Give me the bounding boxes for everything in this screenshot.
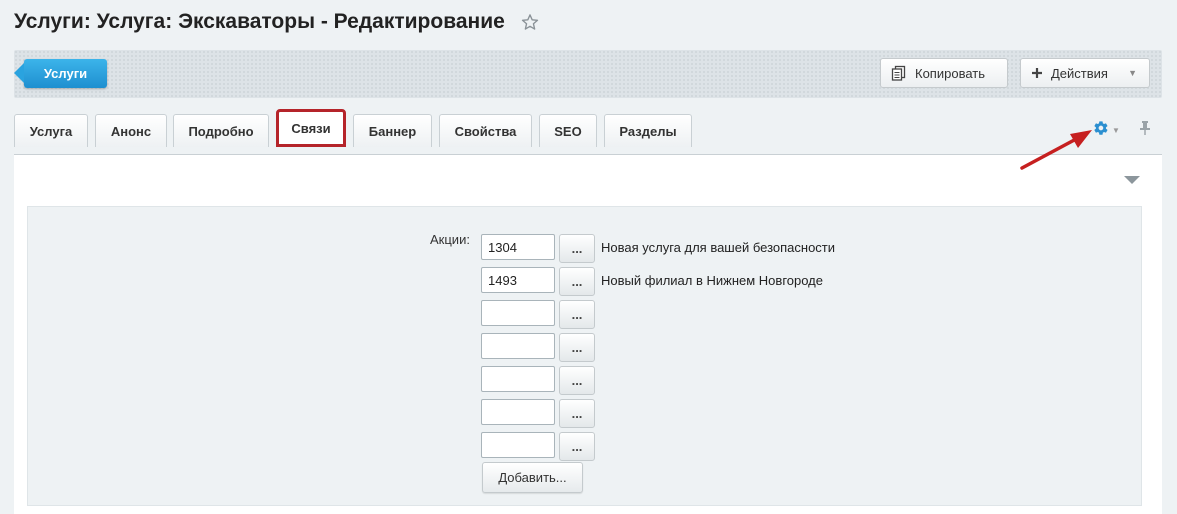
tab-banner[interactable]: Баннер: [353, 114, 432, 147]
promotion-id-input[interactable]: [481, 234, 555, 260]
copy-button[interactable]: Копировать: [880, 58, 1008, 88]
browse-button[interactable]: ...: [559, 234, 595, 263]
tab-properties[interactable]: Свойства: [439, 114, 532, 147]
promotion-id-input[interactable]: [481, 399, 555, 425]
chevron-down-icon: ▼: [1128, 68, 1137, 78]
promotion-title: Новый филиал в Нижнем Новгороде: [601, 273, 823, 288]
tab-label: Услуга: [29, 123, 73, 139]
browse-button[interactable]: ...: [559, 300, 595, 329]
promotion-id-input[interactable]: [481, 300, 555, 326]
browse-button-label: ...: [571, 439, 583, 454]
tab-label: Связи: [291, 121, 331, 136]
chevron-down-icon: ▼: [1112, 126, 1120, 135]
promotions-label: Акции:: [430, 232, 470, 247]
browse-button[interactable]: ...: [559, 432, 595, 461]
actions-button-label: Действия: [1051, 65, 1108, 81]
browse-button-label: ...: [571, 406, 583, 421]
promotion-id-input[interactable]: [481, 432, 555, 458]
tab-label: Баннер: [368, 123, 417, 139]
actions-button[interactable]: Действия ▼: [1020, 58, 1150, 88]
tab-label: Подробно: [188, 123, 254, 139]
tab-details[interactable]: Подробно: [173, 114, 269, 147]
promotion-id-input[interactable]: [481, 333, 555, 359]
toolbar: Услуги Копировать Действия ▼: [14, 50, 1162, 98]
tab-label: Свойства: [454, 123, 517, 139]
browse-button[interactable]: ...: [559, 333, 595, 362]
browse-button[interactable]: ...: [559, 267, 595, 296]
annotation-arrow-icon: [1020, 130, 1092, 170]
plus-icon: [1031, 67, 1043, 79]
browse-button[interactable]: ...: [559, 399, 595, 428]
tab-links[interactable]: Связи: [276, 109, 346, 147]
promotion-id-input[interactable]: [481, 267, 555, 293]
tab-service[interactable]: Услуга: [14, 114, 88, 147]
copy-icon: [891, 65, 907, 81]
star-icon[interactable]: [521, 13, 539, 31]
triangle-down-icon[interactable]: [1124, 176, 1140, 184]
tab-label: Анонс: [110, 123, 152, 139]
tab-settings-button[interactable]: ▼: [1093, 120, 1120, 141]
add-button[interactable]: Добавить...: [482, 462, 583, 493]
promotion-title: Новая услуга для вашей безопасности: [601, 240, 836, 255]
add-button-label: Добавить...: [498, 470, 567, 485]
browse-button-label: ...: [571, 241, 583, 256]
tab-announce[interactable]: Анонс: [95, 114, 167, 147]
browse-button-label: ...: [571, 340, 583, 355]
browse-button[interactable]: ...: [559, 366, 595, 395]
back-to-services-button[interactable]: Услуги: [14, 59, 107, 88]
promotion-id-input[interactable]: [481, 366, 555, 392]
browse-button-label: ...: [571, 274, 583, 289]
tab-seo[interactable]: SEO: [539, 114, 597, 147]
browse-button-label: ...: [571, 307, 583, 322]
page-title-text: Услуги: Услуга: Экскаваторы - Редактиров…: [14, 10, 505, 33]
browse-button-label: ...: [571, 373, 583, 388]
tab-label: Разделы: [619, 123, 677, 139]
tab-sections[interactable]: Разделы: [604, 114, 692, 147]
back-button-label: Услуги: [43, 66, 88, 81]
pin-icon[interactable]: [1139, 120, 1151, 141]
page-title: Услуги: Услуга: Экскаваторы - Редактиров…: [14, 10, 539, 34]
tab-label: SEO: [554, 123, 582, 139]
copy-button-label: Копировать: [915, 65, 985, 81]
